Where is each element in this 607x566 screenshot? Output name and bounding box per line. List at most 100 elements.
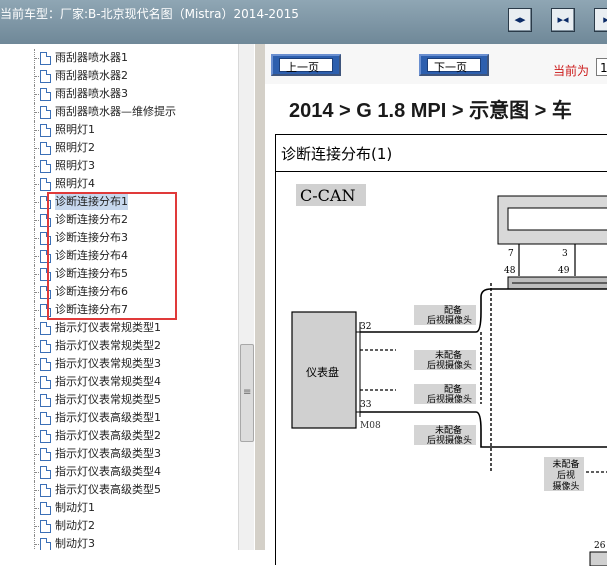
connector-label: M08 xyxy=(360,421,381,431)
svg-text:未配备: 未配备 xyxy=(552,458,579,470)
gateway-connector xyxy=(507,207,607,231)
document-icon xyxy=(40,520,51,533)
tree-connector xyxy=(35,454,39,456)
svg-text:配备: 配备 xyxy=(444,383,462,395)
tree-item[interactable]: 指示灯仪表常规类型2 xyxy=(0,337,238,355)
pin-label: 33 xyxy=(360,400,372,410)
tree-connector xyxy=(35,166,39,168)
tree-connector xyxy=(35,490,39,492)
tree-item[interactable]: 指示灯仪表常规类型3 xyxy=(0,355,238,373)
tree-item[interactable]: 指示灯仪表常规类型1 xyxy=(0,319,238,337)
tree-item[interactable]: 指示灯仪表常规类型4 xyxy=(0,373,238,391)
tree-item-label: 指示灯仪表高级类型5 xyxy=(55,483,161,496)
tree-connector xyxy=(35,544,39,546)
prev-page-button[interactable]: 上一页 xyxy=(271,54,341,76)
diagram-frame: 诊断连接分布(1) C-CAN 7 3 48 49 仪表盘 32 33 M08 … xyxy=(275,134,607,566)
tree-connector xyxy=(35,202,39,204)
tree-connector xyxy=(35,130,39,132)
tree-item-label: 雨刮器喷水器1 xyxy=(55,51,128,64)
document-icon xyxy=(40,430,51,443)
tree-item[interactable]: 制动灯1 xyxy=(0,499,238,517)
page-title: 2014 > G 1.8 MPI > 示意图 > 车 xyxy=(289,100,572,122)
document-icon xyxy=(40,412,51,425)
tree-item-label: 照明灯3 xyxy=(55,159,95,172)
tree-connector xyxy=(35,76,39,78)
tree-connector xyxy=(35,184,39,186)
tree-item[interactable]: 雨刮器喷水器3 xyxy=(0,85,238,103)
tree-connector xyxy=(35,508,39,510)
tree-item-label: 指示灯仪表高级类型1 xyxy=(55,411,161,424)
tree-item-label: 制动灯1 xyxy=(55,501,95,514)
document-icon xyxy=(40,52,51,65)
tree-item[interactable]: 指示灯仪表高级类型4 xyxy=(0,463,238,481)
tree-item-label: 照明灯2 xyxy=(55,141,95,154)
camera-option-box: 未配备 后视摄像头 xyxy=(414,349,476,371)
tree-connector xyxy=(35,274,39,276)
tree-scrollbar[interactable]: ≡ xyxy=(238,44,254,550)
document-icon xyxy=(40,340,51,353)
tree-item-label: 指示灯仪表常规类型1 xyxy=(55,321,161,334)
document-icon xyxy=(40,502,51,515)
tree-item-label: 指示灯仪表高级类型2 xyxy=(55,429,161,442)
tree-connector xyxy=(35,400,39,402)
tree-item-label: 照明灯4 xyxy=(55,177,95,190)
title-bar: 当前车型：厂家:B-北京现代名图（Mistra）2014-2015 ◂▸ ▸◂ … xyxy=(0,0,607,44)
tree-item-label: 照明灯1 xyxy=(55,123,95,136)
tree-item[interactable]: 指示灯仪表高级类型1 xyxy=(0,409,238,427)
tree-item-label: 指示灯仪表常规类型4 xyxy=(55,375,161,388)
document-icon xyxy=(40,358,51,371)
tree-connector xyxy=(35,292,39,294)
camera-option-box: 配备 后视摄像头 xyxy=(414,304,476,326)
tree-item[interactable]: 照明灯1 xyxy=(0,121,238,139)
document-icon xyxy=(40,322,51,335)
page-navigation: 上一页 下一页 当前为 xyxy=(265,44,607,84)
split-view-button[interactable]: ▸◂ xyxy=(551,8,575,32)
document-icon xyxy=(40,538,51,550)
collapse-left-button[interactable]: ◂▸ xyxy=(508,8,532,32)
document-icon xyxy=(40,106,51,119)
collapse-right-button[interactable]: ▸ xyxy=(594,8,607,32)
document-icon xyxy=(40,376,51,389)
svg-text:摄像头: 摄像头 xyxy=(552,480,579,492)
document-icon xyxy=(40,178,51,191)
pin-label: 7 xyxy=(508,249,514,259)
pin-label: 32 xyxy=(360,322,371,332)
lower-module xyxy=(589,551,607,566)
svg-text:后视摄像头: 后视摄像头 xyxy=(427,434,472,446)
tree-connector xyxy=(35,364,39,366)
document-icon xyxy=(40,448,51,461)
tree-item[interactable]: 指示灯仪表高级类型3 xyxy=(0,445,238,463)
module-label: 仪表盘 xyxy=(306,365,339,379)
tree-item[interactable]: 雨刮器喷水器—维修提示 xyxy=(0,103,238,121)
tree-item[interactable]: 照明灯2 xyxy=(0,139,238,157)
tree-item[interactable]: 指示灯仪表高级类型5 xyxy=(0,481,238,499)
tree-connector xyxy=(35,526,39,528)
scrollbar-thumb[interactable]: ≡ xyxy=(240,344,254,442)
tree-item[interactable]: 照明灯3 xyxy=(0,157,238,175)
bus-label: C-CAN xyxy=(300,186,355,205)
split-view-icon: ▸◂ xyxy=(557,13,569,26)
svg-text:后视: 后视 xyxy=(557,469,575,481)
tree-connector xyxy=(35,310,39,312)
tree-item[interactable]: 制动灯3 xyxy=(0,535,238,550)
grip-icon: ≡ xyxy=(243,387,252,398)
tree-item-label: 雨刮器喷水器—维修提示 xyxy=(55,105,176,118)
tree-connector xyxy=(35,220,39,222)
section-title: 诊断连接分布(1) xyxy=(281,145,393,163)
tree-item[interactable]: 照明灯4 xyxy=(0,175,238,193)
tree-item[interactable]: 指示灯仪表常规类型5 xyxy=(0,391,238,409)
svg-text:后视摄像头: 后视摄像头 xyxy=(427,393,472,405)
tree-item[interactable]: 指示灯仪表高级类型2 xyxy=(0,427,238,445)
prev-page-label: 上一页 xyxy=(286,61,319,74)
camera-option-box: 配备 后视摄像头 xyxy=(414,383,476,405)
tree-item-label: 指示灯仪表常规类型5 xyxy=(55,393,161,406)
next-page-button[interactable]: 下一页 xyxy=(419,54,489,76)
tree-item[interactable]: 雨刮器喷水器2 xyxy=(0,67,238,85)
tree-connector xyxy=(35,382,39,384)
tree-item[interactable]: 制动灯2 xyxy=(0,517,238,535)
tree-item-label: 制动灯3 xyxy=(55,537,95,550)
document-icon xyxy=(40,466,51,479)
page-number-input[interactable]: 1 xyxy=(596,58,607,76)
tree-item[interactable]: 雨刮器喷水器1 xyxy=(0,49,238,67)
tree-connector xyxy=(34,535,36,550)
